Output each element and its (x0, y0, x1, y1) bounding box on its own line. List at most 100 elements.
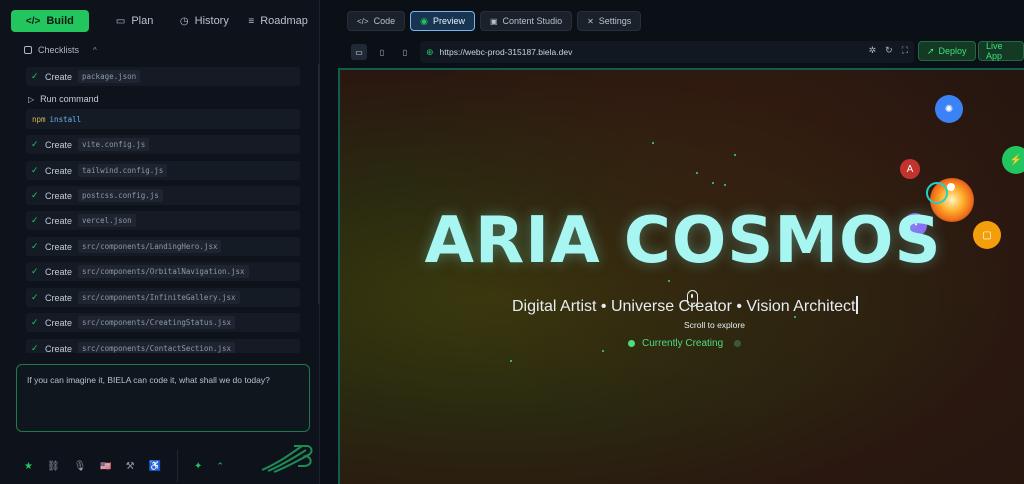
tab-preview-label: Preview (432, 16, 465, 26)
workspace-tabs: </> Code ◉ Preview ▣ Content Studio ✕ Se… (347, 11, 642, 31)
clock-icon: ◷ (179, 15, 189, 27)
sparkles-icon[interactable]: ✦ (194, 461, 202, 472)
builder-panel: </> Build ▭ Plan ◷ History ≡ Roadmap Che… (0, 0, 320, 484)
step-file: src/components/InfiniteGallery.jsx (78, 291, 240, 304)
status-dot-secondary (734, 340, 742, 347)
list-item[interactable]: ✓ Create src/components/LandingHero.jsx (26, 237, 300, 256)
history-tab[interactable]: ◷ History (169, 10, 241, 32)
roadmap-tab[interactable]: ≡ Roadmap (240, 10, 316, 32)
desktop-icon[interactable]: ▭ (351, 44, 367, 60)
mouse-icon (687, 290, 698, 307)
url-bar[interactable]: ⊕ https://webc-prod-315187.biela.dev ✲ ↻… (420, 41, 914, 63)
check-icon: ✓ (31, 71, 39, 81)
deploy-button[interactable]: ➚ Deploy (918, 41, 976, 61)
user-icon[interactable]: A (900, 159, 920, 179)
url-actions: ✲ ↻ ⛶ (869, 45, 908, 56)
list-item[interactable]: ✓ Create package.json (26, 67, 300, 86)
tab-content-studio[interactable]: ▣ Content Studio (479, 11, 573, 31)
bug-icon[interactable]: ✲ (869, 45, 877, 56)
biela-logo (261, 445, 313, 473)
list-item[interactable]: ✓ Create vite.config.js (26, 135, 300, 154)
url-text: https://webc-prod-315187.biela.dev (439, 47, 573, 57)
sun-core (947, 183, 955, 191)
prompt-placeholder: If you can imagine it, BIELA can code it… (27, 375, 270, 385)
chevron-up-icon: ^ (93, 45, 97, 55)
phone-icon[interactable]: ▯ (397, 44, 413, 60)
globe-icon: ⊕ (426, 46, 434, 57)
step-action: Create (45, 292, 73, 303)
live-app-button[interactable]: Live App (978, 41, 1024, 61)
run-label: Run command (40, 94, 99, 104)
tab-content-label: Content Studio (502, 16, 563, 26)
step-action: Create (45, 190, 73, 201)
checklists-toggle[interactable]: Checklists ^ (24, 45, 97, 55)
step-file: package.json (78, 70, 141, 83)
image-icon: ▣ (489, 16, 498, 26)
scroll-hint: Scroll to explore (684, 320, 745, 330)
list-item[interactable]: ✓ Create src/components/ContactSection.j… (26, 339, 300, 353)
step-file: tailwind.config.js (78, 164, 168, 177)
status-label: Currently Creating (642, 338, 724, 349)
check-icon: ✓ (31, 343, 39, 353)
list-item[interactable]: ✓ Create src/components/CreatingStatus.j… (26, 313, 300, 332)
list-item[interactable]: ✓ Create src/components/InfiniteGallery.… (26, 288, 300, 307)
us-flag-icon[interactable]: 🇺🇸 (100, 461, 111, 472)
preview-toolbar: ▭ ▯ ▯ ⊕ https://webc-prod-315187.biela.d… (347, 41, 941, 63)
star-particle (734, 154, 736, 156)
star-icon[interactable]: ★ (24, 461, 33, 472)
tab-settings[interactable]: ✕ Settings (577, 11, 642, 31)
check-icon: ✓ (31, 165, 39, 175)
tablet-icon[interactable]: ▯ (374, 44, 390, 60)
tab-preview[interactable]: ◉ Preview (410, 11, 475, 31)
mic-icon[interactable]: 🎙 (74, 461, 87, 472)
check-icon: ✓ (31, 266, 39, 276)
plan-tab[interactable]: ▭ Plan (101, 10, 169, 32)
command-arg: install (49, 114, 82, 124)
top-nav: </> Build ▭ Plan ◷ History ≡ Roadmap (8, 7, 316, 35)
chevron-up-icon[interactable]: ⌃ (216, 461, 224, 472)
preview-panel: </> Code ◉ Preview ▣ Content Studio ✕ Se… (320, 0, 1024, 484)
star-particle (724, 184, 726, 186)
step-action: Create (45, 241, 73, 252)
check-icon: ✓ (31, 292, 39, 302)
step-action: Create (45, 165, 73, 176)
step-action: Create (45, 266, 73, 277)
list-item[interactable]: ✓ Create tailwind.config.js (26, 161, 300, 180)
tab-code-label: Code (373, 16, 396, 26)
build-tab[interactable]: </> Build (11, 10, 89, 32)
accessibility-icon[interactable]: ♿ (149, 461, 161, 472)
tab-settings-label: Settings (598, 16, 632, 26)
check-icon: ✓ (31, 139, 39, 149)
list-item[interactable]: ✓ Create src/components/OrbitalNavigatio… (26, 262, 300, 281)
build-tab-label: Build (46, 15, 74, 27)
refresh-icon[interactable]: ↻ (885, 45, 893, 56)
step-action: Create (45, 71, 73, 82)
toolbar-divider (177, 450, 179, 482)
star-particle (696, 172, 698, 174)
status-dot (628, 340, 635, 347)
run-command-row[interactable]: ▷ Run command (26, 91, 300, 107)
fullscreen-icon[interactable]: ⛶ (902, 45, 908, 56)
eye-icon: ◉ (420, 15, 428, 26)
deploy-label: Deploy (938, 46, 967, 56)
link-icon[interactable]: ⛓ (47, 461, 60, 472)
step-action: Create (45, 343, 73, 354)
list-item[interactable]: ✓ Create vercel.json (26, 211, 300, 230)
history-tab-label: History (194, 15, 229, 27)
check-icon: ✓ (31, 215, 39, 225)
code-icon: </> (357, 16, 369, 26)
prompt-input[interactable]: If you can imagine it, BIELA can code it… (16, 364, 310, 432)
checklist: ✓ Create package.json ▷ Run command npm … (26, 65, 300, 353)
star-particle (510, 360, 512, 362)
tab-code[interactable]: </> Code (347, 11, 406, 31)
step-file: vercel.json (78, 214, 136, 227)
palette-icon[interactable]: ✺ (935, 95, 963, 123)
magic-wand-icon[interactable]: ⚒ (126, 461, 135, 472)
list-item[interactable]: ✓ Create postcss.config.js (26, 186, 300, 205)
step-file: src/components/LandingHero.jsx (78, 240, 222, 253)
step-file: src/components/CreatingStatus.jsx (78, 316, 236, 329)
roadmap-tab-label: Roadmap (260, 15, 308, 27)
step-file: src/components/ContactSection.jsx (78, 342, 236, 353)
lightning-icon[interactable]: ⚡ (1002, 146, 1024, 174)
orbit-ring (926, 182, 948, 204)
